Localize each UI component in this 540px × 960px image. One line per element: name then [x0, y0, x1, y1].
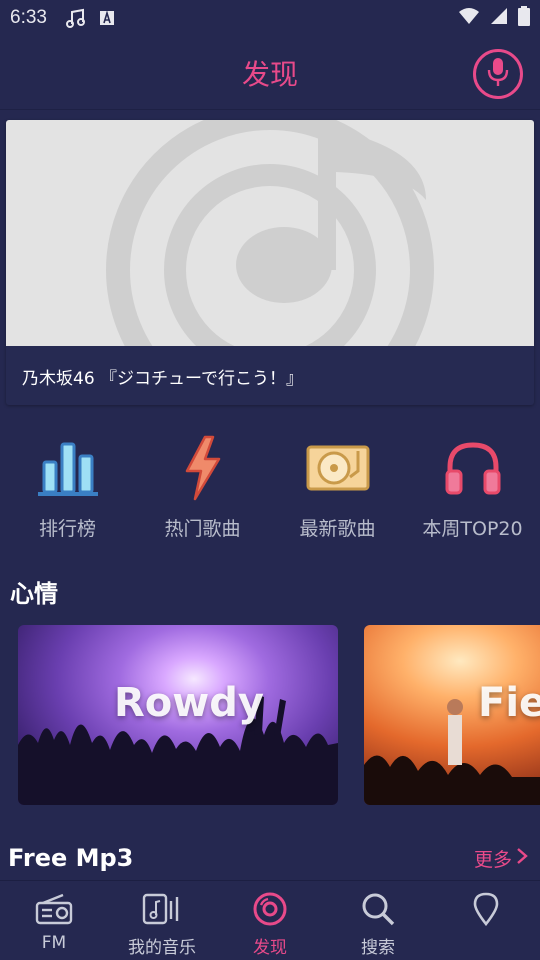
microphone-button[interactable]: [473, 49, 523, 99]
category-label: 排行榜: [38, 518, 96, 540]
category-new-songs[interactable]: 最新歌曲: [270, 432, 405, 541]
category-label: 最新歌曲: [299, 518, 376, 540]
page-title: 发现: [241, 57, 298, 91]
banner-caption: 乃木坂46 『ジコチューで行こう！』: [22, 369, 304, 389]
chevron-right-icon: [516, 847, 528, 870]
nav-item-search[interactable]: 搜索: [324, 887, 432, 958]
microphone-icon: [487, 57, 509, 91]
radio-icon: [0, 887, 108, 931]
music-note-icon: [65, 7, 87, 29]
mood-card[interactable]: Fiev: [364, 625, 540, 805]
banner-image: [6, 120, 534, 346]
headphones-icon: [405, 432, 540, 504]
nav-item-discover[interactable]: 发现: [216, 887, 324, 958]
mood-card-label: Rowdy: [114, 680, 264, 726]
status-time: 6:33: [10, 7, 47, 28]
nav-label: FM: [41, 933, 67, 953]
category-row: 排行榜 热门歌曲 最新歌曲 本周TOP20: [0, 432, 540, 552]
search-icon: [324, 887, 432, 931]
free-mp3-section-title: Free Mp3: [8, 844, 134, 872]
category-label: 本周TOP20: [422, 518, 523, 540]
featured-banner[interactable]: 乃木坂46 『ジコチューで行こう！』: [6, 120, 534, 405]
nav-item-fm[interactable]: FM: [0, 887, 108, 953]
status-bar: 6:33: [0, 0, 540, 36]
turntable-icon: [270, 432, 405, 504]
app-header: 发现: [0, 36, 540, 110]
bottom-navigation: FM 我的音乐 发现 搜索: [0, 880, 540, 960]
signal-icon: [490, 7, 508, 30]
mood-carousel[interactable]: Rowdy Fiev: [0, 625, 540, 805]
bar-chart-icon: [0, 432, 135, 504]
music-note-icon: [6, 120, 534, 346]
mood-card-label: Fiev: [478, 680, 540, 726]
nav-label: 我的音乐: [128, 938, 196, 958]
mood-card[interactable]: Rowdy: [18, 625, 338, 805]
location-pin-icon: [432, 887, 540, 931]
a-badge-icon: [99, 10, 115, 26]
more-link[interactable]: 更多: [474, 845, 528, 872]
category-hot-songs[interactable]: 热门歌曲: [135, 432, 270, 541]
music-library-icon: [108, 887, 216, 931]
nav-item-location[interactable]: [432, 887, 540, 933]
nav-label: 搜索: [361, 938, 395, 958]
category-label: 热门歌曲: [164, 518, 241, 540]
disc-icon: [216, 887, 324, 931]
nav-label: 发现: [253, 938, 287, 958]
mood-section-title: 心情: [10, 580, 58, 608]
category-weekly-top20[interactable]: 本周TOP20: [405, 432, 540, 541]
category-rankings[interactable]: 排行榜: [0, 432, 135, 541]
battery-icon: [518, 5, 530, 31]
lightning-icon: [135, 432, 270, 504]
wifi-icon: [458, 7, 480, 30]
more-label: 更多: [473, 849, 512, 871]
nav-item-my-music[interactable]: 我的音乐: [108, 887, 216, 958]
